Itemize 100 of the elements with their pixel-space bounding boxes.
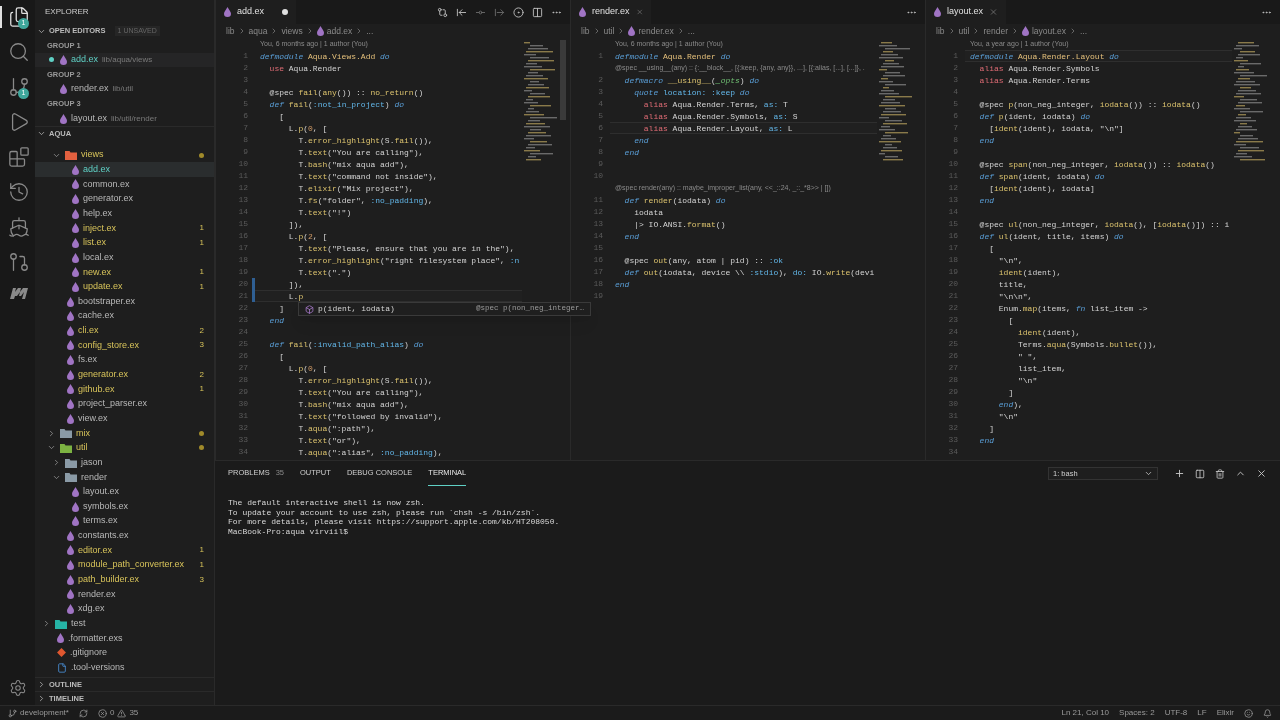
file-row[interactable]: symbols.ex — [35, 499, 214, 514]
breadcrumb-item[interactable]: layout.ex — [1031, 24, 1066, 38]
file-row[interactable]: inject.ex 1 — [35, 221, 214, 236]
folder-row[interactable]: render — [35, 469, 214, 485]
trash-icon[interactable] — [1215, 468, 1225, 479]
folder-row[interactable]: views — [35, 147, 214, 163]
status-item[interactable]: LF — [1197, 707, 1207, 719]
problems-status[interactable]: 0 35 — [97, 707, 139, 719]
forward-icon[interactable] — [494, 6, 505, 18]
file-row[interactable]: path_builder.ex 3 — [35, 572, 214, 588]
file-row[interactable]: module_path_converter.ex 1 — [35, 557, 214, 573]
breadcrumb-item[interactable]: aqua — [248, 24, 268, 38]
split-icon[interactable] — [1195, 468, 1205, 479]
file-row[interactable]: render.ex — [35, 587, 214, 602]
breadcrumb-item[interactable]: render.ex — [638, 24, 674, 38]
breadcrumb-item[interactable]: render — [983, 24, 1008, 38]
editor-tab[interactable]: add.ex — [216, 0, 296, 24]
file-row[interactable]: list.ex 1 — [35, 235, 214, 251]
status-item[interactable]: Ln 21, Col 10 — [1061, 707, 1110, 719]
settings-icon[interactable] — [8, 679, 27, 697]
folder-row[interactable]: mix — [35, 426, 214, 441]
file-row[interactable]: common.ex — [35, 177, 214, 192]
breadcrumb-item[interactable]: ... — [1080, 24, 1088, 38]
file-name: local.ex — [83, 250, 115, 264]
breadcrumb-item[interactable]: util — [603, 24, 615, 38]
logo-icon[interactable] — [8, 286, 29, 300]
file-row[interactable]: view.ex — [35, 411, 214, 426]
file-row[interactable]: fs.ex — [35, 352, 214, 368]
file-row[interactable]: constants.ex — [35, 528, 214, 544]
file-name: help.ex — [83, 206, 114, 220]
file-row[interactable]: help.ex — [35, 206, 214, 222]
file-row[interactable]: project_parser.ex — [35, 396, 214, 412]
open-editor-item[interactable]: render.ex lib/util — [35, 81, 214, 97]
file-row[interactable]: .gitignore — [35, 645, 214, 661]
file-row[interactable]: config_store.ex 3 — [35, 338, 214, 353]
folder-row[interactable]: util — [35, 440, 214, 456]
files-icon[interactable] — [7, 6, 30, 28]
code-line: end — [615, 280, 630, 289]
editor-tab[interactable]: render.ex — [571, 0, 651, 24]
breadcrumb-item[interactable]: ... — [687, 24, 695, 38]
file-row[interactable]: local.ex — [35, 250, 214, 265]
file-row[interactable]: xdg.ex — [35, 601, 214, 617]
ship-icon[interactable] — [7, 216, 30, 238]
file-name: add.ex — [71, 53, 99, 67]
file-row[interactable]: new.ex 1 — [35, 264, 214, 280]
file-row[interactable]: bootstraper.ex — [35, 294, 214, 309]
problem-count: 1 — [199, 544, 204, 557]
circle-icon[interactable] — [513, 6, 524, 18]
bell-icon[interactable] — [1263, 708, 1272, 718]
file-row[interactable]: generator.ex 2 — [35, 367, 214, 383]
file-row[interactable]: layout.ex — [35, 484, 214, 500]
sync-icon[interactable] — [78, 708, 88, 718]
breadcrumb-item[interactable]: lib — [581, 24, 590, 38]
problem-count: 3 — [199, 339, 204, 352]
file-row[interactable]: cli.ex 2 — [35, 323, 214, 339]
breadcrumb-item[interactable]: lib — [936, 24, 945, 38]
breadcrumb-item[interactable]: util — [958, 24, 970, 38]
terminal-line: MacBook-Pro:aqua virviil$ — [228, 526, 350, 536]
compare-icon[interactable] — [437, 6, 448, 18]
file-name: layout.ex — [71, 111, 108, 125]
status-item[interactable]: Elixir — [1216, 707, 1234, 719]
extensions-icon[interactable] — [7, 146, 30, 168]
file-row[interactable]: github.ex 1 — [35, 382, 214, 397]
split-editor-icon[interactable] — [532, 6, 543, 18]
breadcrumb-item[interactable]: ... — [366, 24, 374, 38]
file-name: module_path_converter.ex — [78, 558, 186, 572]
pull-request-icon[interactable] — [7, 251, 30, 273]
folder-row[interactable]: test — [35, 616, 214, 631]
history-icon[interactable] — [7, 181, 30, 203]
file-row[interactable]: update.ex 1 — [35, 279, 214, 295]
search-icon[interactable] — [7, 41, 30, 63]
open-editor-item[interactable]: layout.ex lib/util/render — [35, 111, 214, 126]
breadcrumb-item[interactable]: add.ex — [326, 24, 353, 38]
code-line: T.text(".") — [297, 268, 352, 277]
code-line: end — [633, 136, 649, 145]
file-row[interactable]: add.ex — [35, 162, 214, 178]
status-item[interactable]: UTF-8 — [1164, 707, 1188, 719]
feedback-icon[interactable] — [1244, 708, 1253, 718]
close-icon[interactable] — [1256, 468, 1267, 479]
file-row[interactable]: .tool-versions — [35, 660, 214, 675]
status-item[interactable]: Spaces: 2 — [1119, 707, 1155, 719]
file-row[interactable]: cache.ex — [35, 308, 214, 324]
code-line: ] — [988, 424, 994, 433]
folder-row[interactable]: jason — [35, 455, 214, 470]
back-icon[interactable] — [456, 6, 467, 18]
code-line: ident(ident), — [997, 268, 1062, 277]
add-icon[interactable] — [1174, 468, 1185, 479]
file-row[interactable]: generator.ex — [35, 191, 214, 207]
breadcrumb-item[interactable]: views — [281, 24, 303, 38]
file-row[interactable]: editor.ex 1 — [35, 543, 214, 558]
open-editor-item[interactable]: add.ex lib/aqua/views — [35, 52, 214, 68]
file-row[interactable]: .formatter.exs — [35, 631, 214, 646]
error-icon — [97, 708, 107, 718]
code-line: end — [623, 148, 639, 157]
editor-tab[interactable]: layout.ex — [926, 0, 1006, 24]
document-icon — [57, 662, 67, 673]
file-row[interactable]: terms.ex — [35, 513, 214, 529]
breadcrumb-item[interactable]: lib — [226, 24, 235, 38]
code-line: "\n" — [997, 412, 1018, 421]
branch-status[interactable]: development* — [8, 707, 69, 719]
